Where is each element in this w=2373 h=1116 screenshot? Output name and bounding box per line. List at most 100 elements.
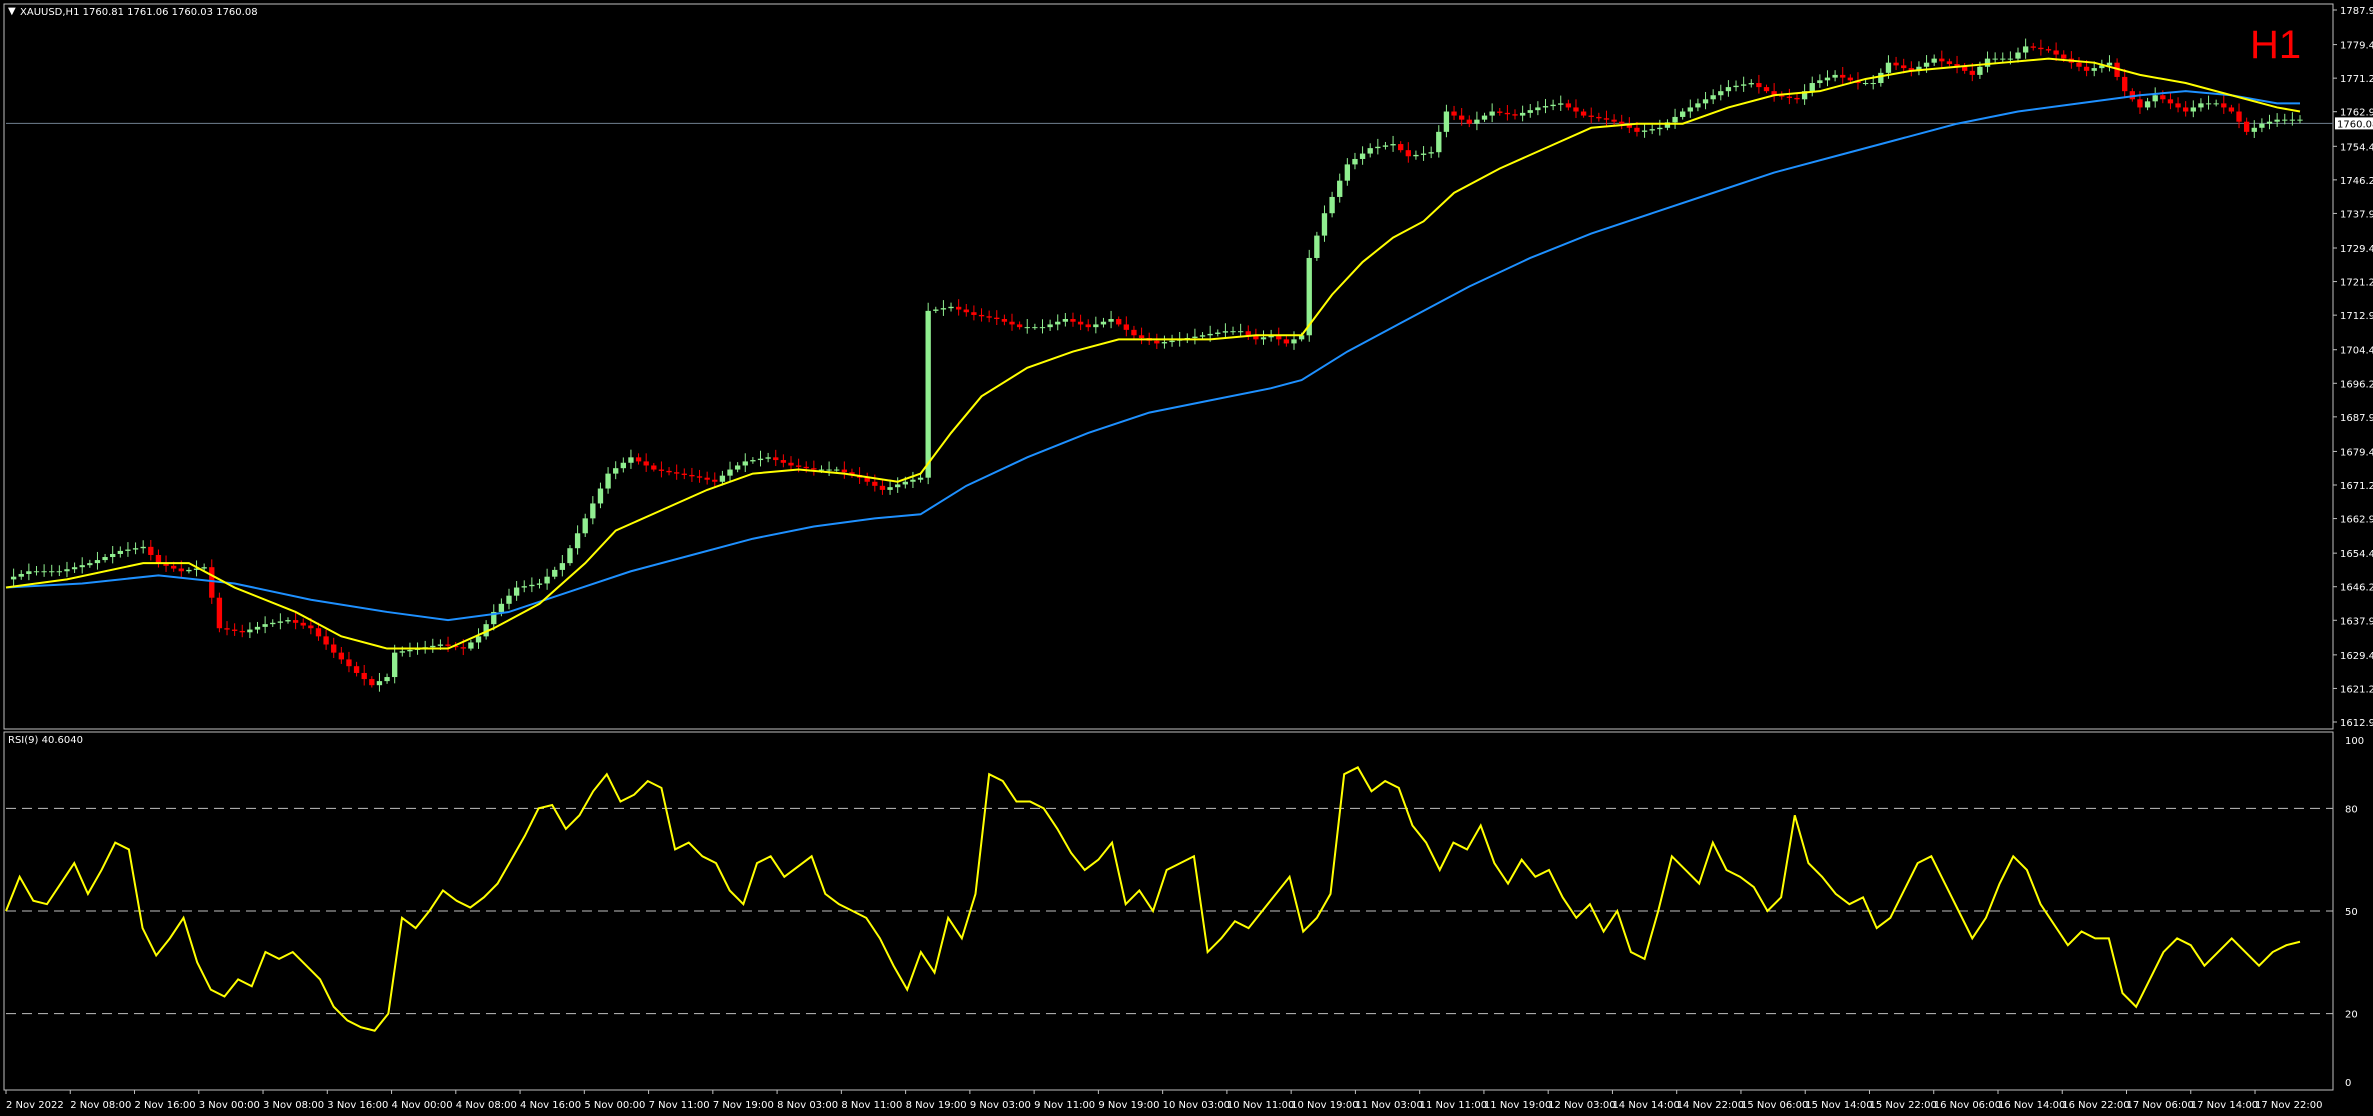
candle-body[interactable] (559, 563, 566, 570)
candle-body[interactable] (1657, 127, 1663, 130)
candle-body[interactable] (231, 629, 238, 631)
candle-body[interactable] (1375, 146, 1381, 149)
candle-body[interactable] (2282, 119, 2288, 121)
candle-body[interactable] (872, 481, 878, 486)
candle-body[interactable] (430, 645, 436, 648)
candle-body[interactable] (2236, 111, 2242, 122)
candle-body[interactable] (1680, 111, 1686, 117)
candle-body[interactable] (1573, 107, 1579, 112)
candle-body[interactable] (1977, 66, 1983, 75)
candle-body[interactable] (270, 622, 276, 625)
candle-body[interactable] (94, 560, 101, 564)
candle-body[interactable] (2015, 52, 2021, 59)
candle-body[interactable] (1702, 99, 1709, 104)
candle-body[interactable] (1458, 115, 1465, 120)
candle-body[interactable] (2251, 127, 2257, 132)
candle-body[interactable] (2183, 107, 2189, 112)
candle-body[interactable] (1817, 80, 1823, 84)
candle-body[interactable] (2053, 50, 2059, 55)
candle-body[interactable] (1321, 213, 1328, 236)
candle-body[interactable] (2274, 119, 2280, 122)
candle-body[interactable] (1443, 111, 1450, 132)
candle-body[interactable] (1009, 321, 1015, 325)
candle-body[interactable] (2289, 119, 2296, 121)
candle-body[interactable] (582, 518, 588, 534)
candle-body[interactable] (1337, 180, 1343, 197)
candle-body[interactable] (338, 652, 345, 660)
candle-body[interactable] (323, 636, 329, 645)
candle-body[interactable] (826, 469, 832, 471)
candle-body[interactable] (1230, 331, 1236, 333)
candle-body[interactable] (895, 484, 901, 488)
candle-body[interactable] (1641, 130, 1648, 132)
candle-body[interactable] (933, 309, 939, 311)
candle-body[interactable] (1420, 153, 1427, 155)
candle-body[interactable] (437, 644, 444, 646)
candle-body[interactable] (1481, 115, 1488, 120)
candle-body[interactable] (110, 553, 116, 558)
candle-body[interactable] (2122, 76, 2128, 92)
candle-body[interactable] (1100, 321, 1107, 325)
candle-body[interactable] (1093, 324, 1099, 328)
candle-body[interactable] (1687, 107, 1693, 112)
candle-body[interactable] (1199, 335, 1206, 337)
candle-body[interactable] (178, 568, 184, 572)
candle-body[interactable] (2221, 103, 2227, 108)
candle-body[interactable] (2297, 119, 2303, 121)
candle-body[interactable] (384, 677, 390, 682)
candle-body[interactable] (117, 550, 123, 554)
candle-body[interactable] (1535, 107, 1541, 111)
candle-body[interactable] (87, 563, 93, 566)
candle-body[interactable] (1931, 58, 1937, 63)
candle-body[interactable] (757, 458, 764, 461)
candle-body[interactable] (1527, 110, 1533, 113)
candle-body[interactable] (262, 624, 268, 627)
candle-body[interactable] (2083, 66, 2090, 71)
candle-body[interactable] (1748, 83, 1754, 85)
candle-body[interactable] (1215, 332, 1221, 334)
candle-body[interactable] (239, 630, 245, 633)
candle-body[interactable] (1077, 321, 1084, 325)
candle-body[interactable] (392, 652, 398, 678)
candle-body[interactable] (1489, 111, 1495, 116)
candle-body[interactable] (346, 659, 352, 667)
candle-body[interactable] (635, 457, 642, 462)
candle-body[interactable] (1740, 84, 1747, 86)
candle-body[interactable] (1314, 235, 1320, 258)
candle-body[interactable] (1542, 106, 1549, 108)
candle-body[interactable] (285, 620, 291, 622)
candle-body[interactable] (1504, 112, 1511, 115)
candle-body[interactable] (1024, 327, 1030, 329)
candle-body[interactable] (171, 565, 177, 569)
candle-body[interactable] (887, 487, 893, 490)
candle-body[interactable] (41, 571, 47, 573)
candle-body[interactable] (917, 477, 924, 480)
candle-body[interactable] (1786, 96, 1793, 98)
candle-body[interactable] (765, 457, 771, 459)
candle-body[interactable] (1870, 83, 1876, 85)
candle-body[interactable] (986, 316, 992, 318)
candle-body[interactable] (2106, 62, 2113, 66)
candle-body[interactable] (1649, 129, 1655, 131)
candle-body[interactable] (666, 470, 672, 473)
candle-body[interactable] (1923, 62, 1930, 67)
candle-body[interactable] (2076, 62, 2082, 67)
candle-body[interactable] (696, 476, 703, 478)
candle-body[interactable] (2198, 103, 2204, 108)
candle-body[interactable] (475, 636, 482, 643)
candle-body[interactable] (71, 567, 78, 570)
candle-body[interactable] (1718, 91, 1724, 96)
candle-body[interactable] (2022, 46, 2029, 53)
candle-body[interactable] (628, 457, 634, 463)
candle-body[interactable] (140, 546, 146, 549)
candle-body[interactable] (597, 488, 604, 504)
candle-body[interactable] (1131, 329, 1137, 336)
candle-body[interactable] (1519, 112, 1526, 116)
candle-body[interactable] (1756, 83, 1762, 88)
candle-body[interactable] (1580, 111, 1587, 116)
candle-body[interactable] (750, 460, 756, 462)
candle-body[interactable] (681, 473, 687, 475)
candle-body[interactable] (1436, 131, 1442, 153)
candle-body[interactable] (513, 587, 520, 596)
candle-body[interactable] (552, 569, 558, 577)
